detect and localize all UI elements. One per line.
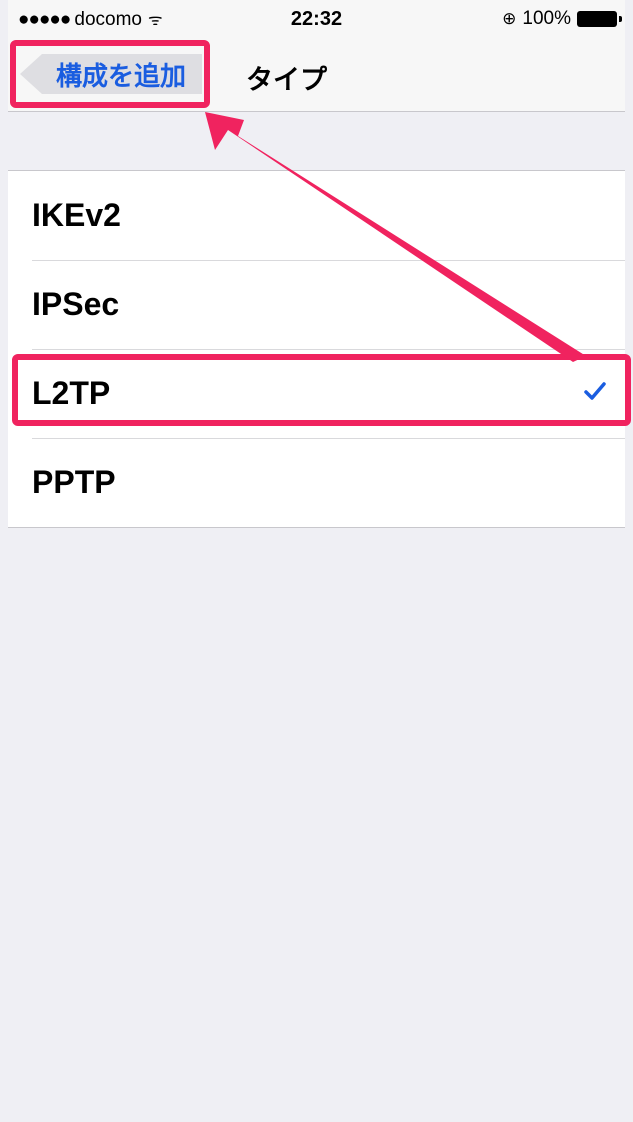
battery-icon [577, 11, 622, 27]
vpn-type-list: IKEv2 IPSec L2TP PPTP [8, 170, 625, 528]
list-item-pptp[interactable]: PPTP [8, 438, 625, 527]
battery-percent: 100% [522, 8, 571, 29]
rotation-lock-icon: ⊕ [502, 9, 517, 28]
list-item-label: IKEv2 [32, 197, 121, 233]
list-item-ipsec[interactable]: IPSec [8, 260, 625, 349]
list-item-label: IPSec [32, 286, 120, 322]
annotation-arrow-icon [205, 112, 586, 362]
list-item-label: L2TP [32, 375, 111, 411]
navigation-bar: 構成を追加 タイプ [8, 38, 625, 112]
list-item-label: PPTP [32, 464, 116, 500]
status-bar: ●●●●● docomo ᯤ 22:32 ⊕ 100% [8, 0, 625, 38]
page-title: タイプ [246, 65, 327, 95]
status-right: ⊕ 100% [502, 8, 622, 30]
list-item-ikev2[interactable]: IKEv2 [8, 171, 625, 260]
checkmark-icon [584, 382, 606, 400]
list-item-l2tp[interactable]: L2TP [8, 349, 625, 438]
